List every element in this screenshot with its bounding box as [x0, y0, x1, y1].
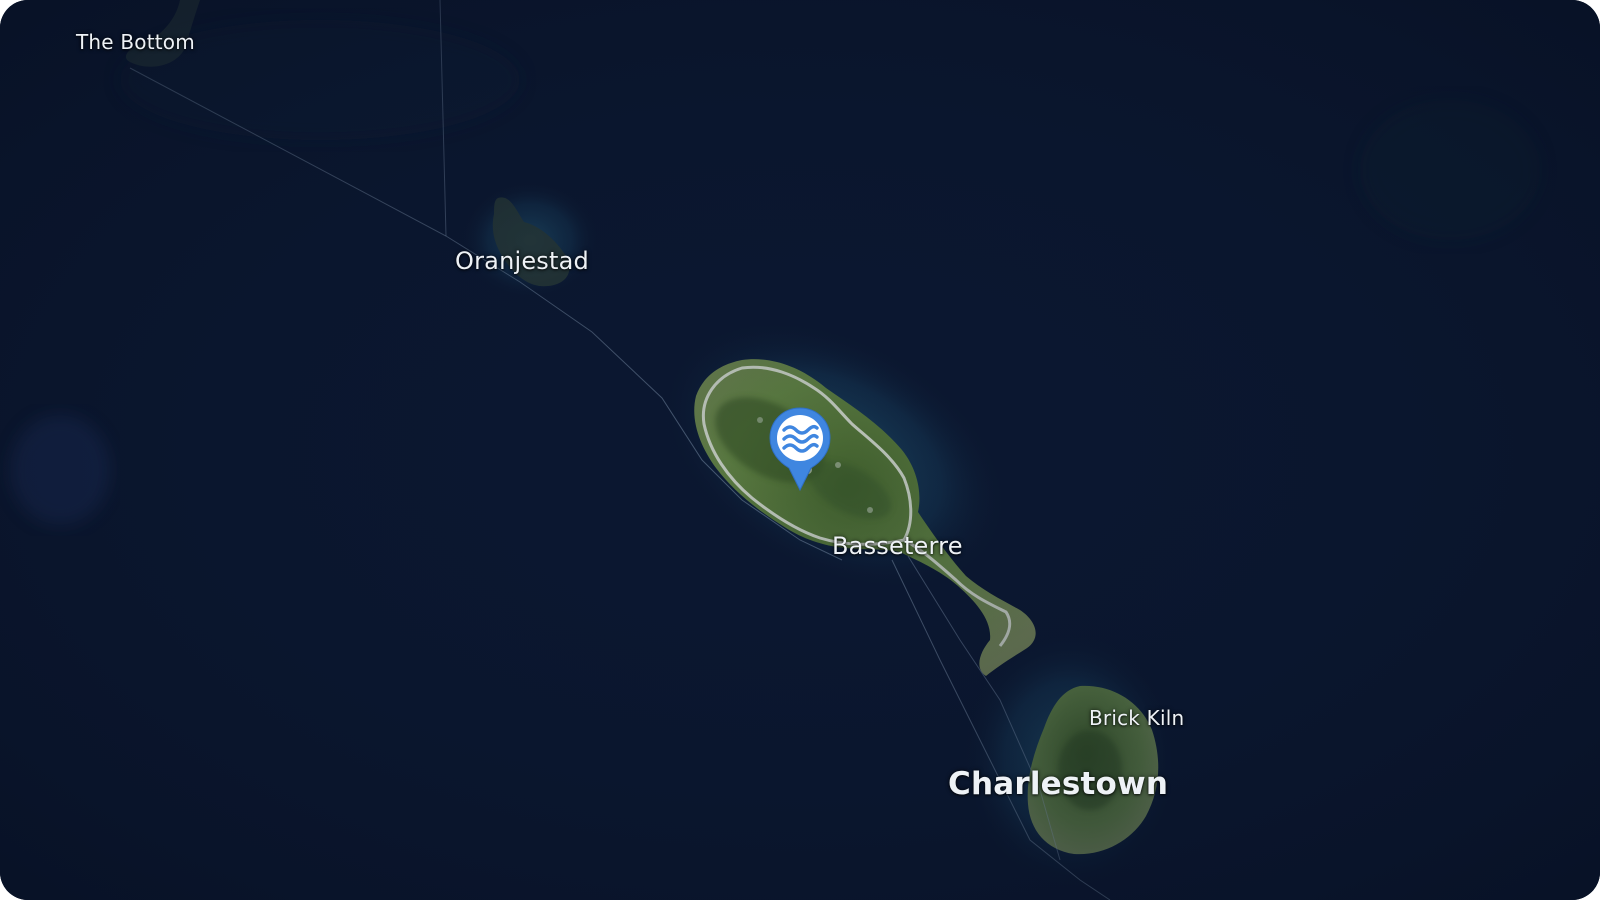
- map-view[interactable]: The Bottom Oranjestad Basseterre Brick K…: [0, 0, 1600, 900]
- label-the-bottom[interactable]: The Bottom: [76, 30, 195, 54]
- label-brick-kiln[interactable]: Brick Kiln: [1089, 706, 1184, 730]
- location-pin-marker[interactable]: [767, 406, 833, 492]
- label-basseterre[interactable]: Basseterre: [832, 532, 963, 560]
- label-oranjestad[interactable]: Oranjestad: [455, 247, 589, 275]
- water-waves-icon: [769, 407, 831, 492]
- label-charlestown[interactable]: Charlestown: [948, 766, 1168, 802]
